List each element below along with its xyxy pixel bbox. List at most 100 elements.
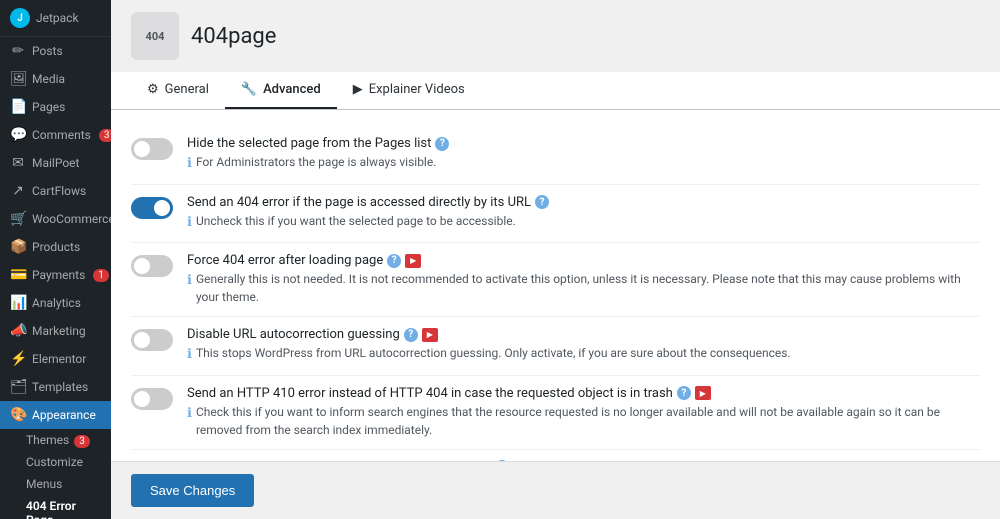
sidebar-item-media[interactable]: 🖼 Media — [0, 65, 111, 93]
sidebar-item-label: Products — [32, 240, 80, 254]
sidebar-item-label: Templates — [32, 380, 88, 394]
info-icon-0: ℹ — [187, 154, 192, 174]
page-footer: Save Changes — [111, 461, 1000, 519]
main-content: 404 404page ⚙ General 🔧 Advanced ▶ Expla… — [111, 0, 1000, 519]
slider-3 — [131, 329, 173, 351]
jetpack-icon: J — [10, 8, 30, 28]
setting-desc-2: ℹ Generally this is not needed. It is no… — [187, 270, 980, 306]
sidebar-item-elementor[interactable]: ⚡ Elementor — [0, 345, 111, 373]
help-icon-3[interactable]: ? — [404, 328, 418, 342]
sidebar-item-cartflows[interactable]: ↗ CartFlows — [0, 177, 111, 205]
setting-row-http-410-always: Always send an HTTP 410 error instead of… — [131, 450, 980, 462]
setting-desc-text-4: Check this if you want to inform search … — [196, 403, 980, 439]
setting-text-3: Disable URL autocorrection guessing ? ▶ … — [187, 327, 980, 365]
help-icon-4[interactable]: ? — [677, 386, 691, 400]
sidebar-item-label: Analytics — [32, 296, 81, 310]
toggle-http-410-trash[interactable] — [131, 388, 173, 410]
setting-title-2: Force 404 error after loading page ? ▶ — [187, 253, 980, 268]
sidebar-item-pages[interactable]: 📄 Pages — [0, 93, 111, 121]
settings-content: Hide the selected page from the Pages li… — [111, 110, 1000, 461]
sidebar-sub-themes[interactable]: Themes 3 — [0, 429, 111, 451]
setting-row-disable-url-autocorrection: Disable URL autocorrection guessing ? ▶ … — [131, 317, 980, 376]
setting-text-2: Force 404 error after loading page ? ▶ ℹ… — [187, 253, 980, 306]
advanced-tab-icon: 🔧 — [241, 82, 257, 97]
info-icon-3: ℹ — [187, 345, 192, 365]
toggle-disable-url-autocorrection[interactable] — [131, 329, 173, 351]
sidebar-item-comments[interactable]: 💬 Comments 3 — [0, 121, 111, 149]
info-icon-4: ℹ — [187, 404, 192, 424]
pages-icon: 📄 — [10, 99, 26, 115]
sidebar-sub-menus[interactable]: Menus — [0, 473, 111, 495]
setting-desc-3: ℹ This stops WordPress from URL autocorr… — [187, 344, 980, 365]
setting-title-0: Hide the selected page from the Pages li… — [187, 136, 980, 151]
cartflows-icon: ↗ — [10, 183, 26, 199]
sidebar-item-products[interactable]: 📦 Products — [0, 233, 111, 261]
sidebar-item-payments[interactable]: 💳 Payments 1 — [0, 261, 111, 289]
help-icon-0[interactable]: ? — [435, 137, 449, 151]
toggle-wrap-2 — [131, 253, 173, 277]
sidebar-logo[interactable]: J Jetpack — [0, 0, 111, 37]
toggle-hide-from-pages[interactable] — [131, 138, 173, 160]
help-icon-1[interactable]: ? — [535, 195, 549, 209]
tab-advanced[interactable]: 🔧 Advanced — [225, 72, 337, 109]
posts-icon: ✏ — [10, 43, 26, 59]
sidebar-item-mailpoet[interactable]: ✉ MailPoet — [0, 149, 111, 177]
setting-title-text-3: Disable URL autocorrection guessing — [187, 327, 400, 342]
setting-text-1: Send an 404 error if the page is accesse… — [187, 195, 980, 233]
sidebar-logo-label: Jetpack — [36, 11, 79, 25]
advanced-tab-label: Advanced — [263, 82, 321, 97]
woocommerce-icon: 🛒 — [10, 211, 26, 227]
help-icon-2[interactable]: ? — [387, 254, 401, 268]
toggle-force-404-loading[interactable] — [131, 255, 173, 277]
video-icon-3[interactable]: ▶ — [422, 328, 438, 342]
sidebar-item-posts[interactable]: ✏ Posts — [0, 37, 111, 65]
sidebar-item-label: Marketing — [32, 324, 86, 338]
customize-label: Customize — [26, 455, 83, 469]
payments-icon: 💳 — [10, 267, 26, 283]
setting-desc-1: ℹ Uncheck this if you want the selected … — [187, 212, 980, 233]
toggle-send-404-error[interactable] — [131, 197, 173, 219]
page-header: 404 404page — [111, 0, 1000, 60]
media-icon: 🖼 — [10, 71, 26, 87]
setting-text-4: Send an HTTP 410 error instead of HTTP 4… — [187, 386, 980, 439]
comments-icon: 💬 — [10, 127, 26, 143]
setting-row-force-404-loading: Force 404 error after loading page ? ▶ ℹ… — [131, 243, 980, 317]
setting-row-hide-from-pages: Hide the selected page from the Pages li… — [131, 126, 980, 185]
info-icon-1: ℹ — [187, 213, 192, 233]
info-icon-2: ℹ — [187, 271, 192, 291]
video-icon-2[interactable]: ▶ — [405, 254, 421, 268]
sidebar-item-appearance[interactable]: 🎨 Appearance — [0, 401, 111, 429]
sidebar-item-woocommerce[interactable]: 🛒 WooCommerce — [0, 205, 111, 233]
toggle-wrap-4 — [131, 386, 173, 410]
sidebar-item-label: Elementor — [32, 352, 86, 366]
analytics-icon: 📊 — [10, 295, 26, 311]
setting-desc-text-2: Generally this is not needed. It is not … — [196, 270, 980, 306]
sidebar: J Jetpack ✏ Posts 🖼 Media 📄 Pages 💬 Comm… — [0, 0, 111, 519]
sidebar-item-label: WooCommerce — [32, 212, 111, 226]
sidebar-item-label: Media — [32, 72, 65, 86]
elementor-icon: ⚡ — [10, 351, 26, 367]
sidebar-item-marketing[interactable]: 📣 Marketing — [0, 317, 111, 345]
setting-desc-4: ℹ Check this if you want to inform searc… — [187, 403, 980, 439]
products-icon: 📦 — [10, 239, 26, 255]
page-title: 404page — [191, 24, 276, 49]
sidebar-item-analytics[interactable]: 📊 Analytics — [0, 289, 111, 317]
explainer-videos-tab-icon: ▶ — [353, 82, 363, 97]
tab-explainer-videos[interactable]: ▶ Explainer Videos — [337, 72, 481, 109]
setting-title-text-4: Send an HTTP 410 error instead of HTTP 4… — [187, 386, 673, 401]
sidebar-item-label: Appearance — [32, 408, 96, 422]
slider-2 — [131, 255, 173, 277]
save-changes-button[interactable]: Save Changes — [131, 474, 254, 507]
mailpoet-icon: ✉ — [10, 155, 26, 171]
sidebar-sub-customize[interactable]: Customize — [0, 451, 111, 473]
setting-row-http-410-trash: Send an HTTP 410 error instead of HTTP 4… — [131, 376, 980, 450]
tab-general[interactable]: ⚙ General — [131, 72, 225, 109]
setting-text-0: Hide the selected page from the Pages li… — [187, 136, 980, 174]
setting-title-text-2: Force 404 error after loading page — [187, 253, 383, 268]
sidebar-item-templates[interactable]: 🗂 Templates — [0, 373, 111, 401]
sidebar-item-label: Comments — [32, 128, 91, 142]
video-icon-4[interactable]: ▶ — [695, 386, 711, 400]
general-tab-icon: ⚙ — [147, 82, 159, 97]
sidebar-sub-404-error-page[interactable]: 404 Error Page — [0, 495, 111, 519]
toggle-wrap-1 — [131, 195, 173, 219]
